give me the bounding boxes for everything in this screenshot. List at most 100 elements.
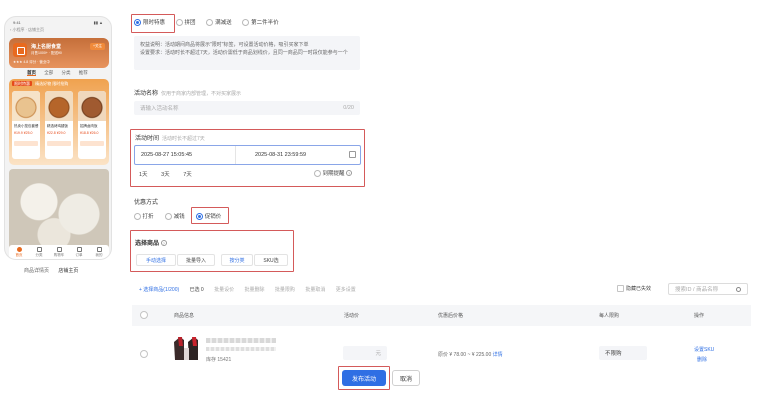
set-sku-link[interactable]: 设置SKU: [694, 346, 714, 353]
quick-duration: 1天 3天 7天: [139, 170, 192, 178]
tab-recommend[interactable]: 推荐: [79, 70, 88, 75]
preview-switch: 商品详情页 店铺主页: [24, 267, 78, 274]
promo-price-input[interactable]: 元: [343, 346, 387, 360]
rule-line: 权益说明：活动期间商品将展示"限时"标签，可设置活动价格，吸引买家下单: [140, 42, 309, 48]
promo-banner: 限时特惠 精选好物 限时抢购 热卖小笼包套餐 ¥19.9 ¥25.0 精选烤鸡腿…: [9, 79, 109, 165]
promo-text: 精选好物 限时抢购: [35, 81, 69, 86]
nav-category[interactable]: 分类: [32, 247, 46, 257]
product-image: [12, 91, 40, 121]
end-date[interactable]: 2025-08-31 23:59:59: [255, 152, 306, 158]
discount-price-range: 原价 ¥ 78.00 ~ ¥ 225.00 详情: [438, 352, 503, 358]
promo-product-card[interactable]: 热卖小笼包套餐 ¥19.9 ¥25.0: [12, 91, 40, 159]
quick-7-days[interactable]: 7天: [183, 172, 192, 178]
select-all-checkbox[interactable]: [140, 311, 148, 319]
by-category-button[interactable]: 按分类: [221, 254, 253, 266]
mini-program-nav: ‹ 小程序 · 店铺主页: [10, 27, 44, 32]
col-promo-price: 活动价: [344, 313, 360, 319]
search-placeholder: 搜索ID / 商品名称: [675, 287, 719, 293]
product-thumbnail: [174, 337, 198, 360]
activity-type-option[interactable]: 限时特惠: [134, 19, 165, 27]
buy-bar: [80, 141, 104, 146]
grid-icon: [36, 247, 42, 252]
preview-shop-link[interactable]: 店铺主页: [58, 268, 78, 274]
buy-bar: [47, 141, 71, 146]
status-icons: ▮▮ ▲: [93, 20, 103, 25]
nav-mine[interactable]: 我的: [92, 247, 106, 257]
activity-type-option[interactable]: 满减送: [206, 19, 232, 27]
activity-type-option[interactable]: 第二件半价: [242, 19, 279, 27]
follow-button[interactable]: +关注: [89, 43, 105, 50]
search-icon: [736, 286, 741, 292]
product-price: ¥18.8 ¥26.0: [80, 131, 99, 135]
product-name: 精选烤鸡腿饭: [47, 124, 68, 128]
checkbox-icon: [617, 285, 624, 293]
quick-1-day[interactable]: 1天: [139, 172, 148, 178]
expire-reminder[interactable]: 到期提醒 ?: [314, 169, 353, 178]
batch-limit[interactable]: 批量限购: [275, 287, 295, 293]
activity-name-input[interactable]: 请输入活动名称 0/20: [134, 101, 360, 115]
shop-tabs: 首页 全部 分类 推荐: [27, 70, 95, 76]
col-action: 操作: [694, 313, 705, 319]
price-detail-link[interactable]: 详情: [493, 352, 503, 358]
product-toolbar: + 选择商品(1/200) 已选 0 批量设价 批量删除 批量限购 批量取消 更…: [139, 286, 365, 293]
batch-set-price[interactable]: 批量设价: [214, 287, 234, 293]
cancel-button[interactable]: 取消: [392, 370, 420, 386]
nav-cart[interactable]: 购物车: [52, 247, 66, 257]
status-time: 9:41: [13, 20, 21, 25]
start-date[interactable]: 2025-08-27 15:05:45: [141, 152, 192, 158]
promo-product-card[interactable]: 招牌卤肉饭 ¥18.8 ¥26.0: [78, 91, 106, 159]
publish-button[interactable]: 发布活动: [342, 370, 386, 386]
activity-name-label: 活动名称 仅用于商家内部管理，不对买家展示: [134, 91, 242, 97]
tab-home[interactable]: 首页: [27, 70, 36, 76]
batch-cancel[interactable]: 批量取消: [305, 287, 325, 293]
add-product-link[interactable]: + 选择商品(1/200): [139, 287, 179, 293]
product-image: [78, 91, 106, 121]
hide-invalid-toggle[interactable]: 隐藏已失效: [617, 285, 651, 293]
table-header: 商品信息 活动价 优惠后价格 每人限购 操作: [132, 305, 751, 326]
food-photo: [9, 169, 109, 251]
select-products-label: 选择商品 ?: [135, 240, 167, 247]
radio-icon: [175, 19, 183, 27]
price-unit: 元: [375, 351, 381, 357]
sku-select-button[interactable]: SKU选: [254, 254, 288, 266]
discount-option[interactable]: 减钱: [165, 213, 185, 221]
col-limit: 每人限购: [599, 313, 620, 319]
help-icon: ?: [346, 170, 353, 176]
limit-select[interactable]: 不限购: [599, 346, 647, 360]
shop-rating: ★★★ 4.8 评分 · 营业中: [13, 60, 50, 64]
radio-icon: [165, 213, 173, 221]
promo-product-card[interactable]: 精选烤鸡腿饭 ¥22.8 ¥29.0: [45, 91, 73, 159]
user-icon: [96, 247, 102, 252]
product-search-input[interactable]: 搜索ID / 商品名称: [668, 283, 748, 295]
promo-header: 限时特惠 精选好物 限时抢购: [12, 81, 68, 87]
shop-name: 海上名厨食堂: [31, 44, 62, 50]
product-price: ¥19.9 ¥25.0: [14, 131, 33, 135]
activity-time-label: 活动时间 活动时长不超过7天: [135, 136, 205, 142]
radio-icon: [134, 213, 141, 221]
nav-home[interactable]: 首页: [12, 247, 26, 257]
preview-detail-link[interactable]: 商品详情页: [24, 268, 49, 274]
tab-category[interactable]: 分类: [62, 70, 71, 75]
batch-import-button[interactable]: 批量导入: [177, 254, 215, 266]
col-product: 商品信息: [174, 313, 195, 319]
product-sku-blurred: [206, 347, 276, 351]
discount-option[interactable]: 打折: [134, 213, 154, 221]
nav-orders[interactable]: 订单: [72, 247, 86, 257]
manual-select-button[interactable]: 手动选择: [136, 254, 176, 266]
more-settings[interactable]: 更多设置: [336, 287, 356, 293]
date-range-picker[interactable]: 2025-08-27 15:05:45 2025-08-31 23:59:59: [134, 145, 361, 165]
discount-label: 优惠方式: [134, 200, 159, 206]
shop-subtitle: 月售1000+ · 配送¥0: [31, 51, 62, 55]
phone-preview: 9:41 ▮▮ ▲ ‹ 小程序 · 店铺主页 海上名厨食堂 月售1000+ · …: [4, 16, 112, 260]
radio-icon: [314, 170, 321, 178]
calendar-icon[interactable]: [349, 151, 356, 158]
tab-all[interactable]: 全部: [44, 70, 53, 75]
batch-delete[interactable]: 批量删除: [245, 287, 265, 293]
product-name: 招牌卤肉饭: [80, 124, 98, 128]
char-counter: 0/20: [343, 105, 354, 111]
quick-3-days[interactable]: 3天: [161, 172, 170, 178]
delete-link[interactable]: 删除: [697, 356, 707, 363]
row-checkbox[interactable]: [140, 350, 148, 358]
rule-line: 设置要求：活动时长不超过7天，活动价需低于商品划线价，且同一商品同一时段仅能参与…: [140, 49, 348, 56]
activity-type-option[interactable]: 拼团: [175, 19, 196, 27]
